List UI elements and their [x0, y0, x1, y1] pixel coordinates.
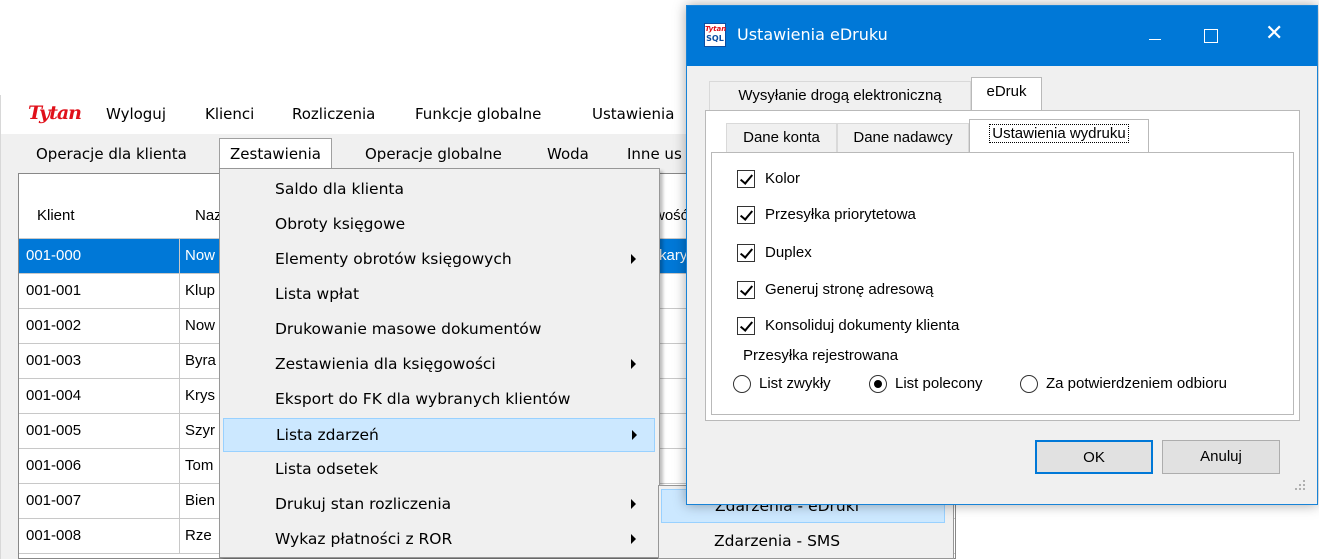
- app-logo: Tytan: [28, 102, 82, 124]
- menu-item-label: Eksport do FK dla wybranych klientów: [275, 390, 571, 408]
- minimize-button[interactable]: [1132, 6, 1178, 66]
- menu-item-label: Saldo dla klienta: [275, 180, 404, 198]
- tab-dane-nadawcy[interactable]: Dane nadawcy: [837, 123, 969, 152]
- submenu-item-label: Zdarzenia - SMS: [714, 532, 841, 550]
- tab-edruk[interactable]: eDruk: [971, 77, 1042, 111]
- checkbox-konsoliduj-label: Konsoliduj dokumenty klienta: [765, 317, 960, 334]
- column-divider: [179, 449, 180, 483]
- tab-woda[interactable]: Woda: [547, 145, 589, 163]
- menu-item-label: Obroty księgowe: [275, 215, 406, 233]
- radio-list-zwykly-label: List zwykły: [759, 375, 831, 392]
- column-header-klient[interactable]: Klient: [37, 207, 75, 224]
- column-divider: [179, 344, 180, 378]
- checkbox-kolor-box[interactable]: [737, 170, 755, 188]
- tab-zestawienia[interactable]: Zestawienia: [219, 138, 332, 171]
- submenu-item[interactable]: Zdarzenia - SMS: [661, 525, 945, 559]
- minimize-icon: [1149, 39, 1161, 40]
- tab-operacje-dla-klienta[interactable]: Operacje dla klienta: [36, 145, 187, 163]
- submenu-arrow-icon: [631, 254, 636, 264]
- menu-item[interactable]: Zestawienia dla księgowości: [223, 348, 655, 382]
- resize-grip-icon[interactable]: [1293, 478, 1307, 492]
- app-icon: Tytan SQL: [704, 23, 726, 47]
- close-button[interactable]: ✕: [1252, 6, 1298, 66]
- menu-item-label: Wykaz płatności z ROR: [275, 530, 453, 548]
- checkbox-priorytetowa-label: Przesyłka priorytetowa: [765, 206, 916, 223]
- tab-wysylanie[interactable]: Wysyłanie drogą elektroniczną: [709, 81, 971, 110]
- menu-item-label: Lista zdarzeń: [276, 426, 379, 444]
- radio-list-zwykly-dot[interactable]: [733, 375, 751, 393]
- submenu-arrow-icon: [631, 499, 636, 509]
- menu-item-label: Zestawienia dla księgowości: [275, 355, 496, 373]
- cell-klient: 001-002: [26, 317, 82, 334]
- tab-inne[interactable]: Inne us: [627, 145, 682, 163]
- column-header-nazwa[interactable]: Naz: [195, 207, 222, 224]
- maximize-button[interactable]: [1187, 6, 1233, 66]
- menu-item-label: Lista odsetek: [275, 460, 379, 478]
- menu-item-label: Drukowanie masowe dokumentów: [275, 320, 542, 338]
- tab-operacje-globalne[interactable]: Operacje globalne: [365, 145, 502, 163]
- menu-item-label: Elementy obrotów księgowych: [275, 250, 512, 268]
- cell-klient: 001-000: [26, 247, 82, 264]
- column-divider: [179, 414, 180, 448]
- anuluj-button[interactable]: Anuluj: [1162, 440, 1280, 474]
- cell-klient: 001-005: [26, 422, 82, 439]
- radio-za-potwierdzeniem-dot[interactable]: [1020, 375, 1038, 393]
- dialog-titlebar: Tytan SQL Ustawienia eDruku ✕: [687, 6, 1317, 66]
- column-divider: [179, 309, 180, 343]
- menu-klienci[interactable]: Klienci: [205, 105, 254, 123]
- checkbox-priorytetowa-box[interactable]: [737, 206, 755, 224]
- submenu-arrow-icon: [631, 359, 636, 369]
- menu-item-label: Lista wpłat: [275, 285, 360, 303]
- menu-item[interactable]: Obroty księgowe: [223, 208, 655, 242]
- menu-wyloguj[interactable]: Wyloguj: [106, 105, 166, 123]
- column-divider: [179, 239, 180, 273]
- przesylka-rejestrowana-label: Przesyłka rejestrowana: [743, 347, 899, 364]
- radio-za-potwierdzeniem-label: Za potwierdzeniem odbioru: [1046, 375, 1227, 392]
- column-divider: [179, 484, 180, 518]
- cell-klient: 001-006: [26, 457, 82, 474]
- tab-dane-konta[interactable]: Dane konta: [726, 123, 837, 152]
- column-divider: [179, 519, 180, 553]
- checkbox-kolor-label: Kolor: [765, 170, 801, 187]
- cell-klient: 001-007: [26, 492, 82, 509]
- checkbox-duplex-box[interactable]: [737, 244, 755, 262]
- radio-list-polecony-dot[interactable]: [869, 375, 887, 393]
- menu-item[interactable]: Drukowanie masowe dokumentów: [223, 313, 655, 347]
- menu-item-label: Drukuj stan rozliczenia: [275, 495, 452, 513]
- tab-ustawienia-wydruku-label: Ustawienia wydruku: [989, 124, 1129, 143]
- column-divider: [179, 274, 180, 308]
- close-icon: ✕: [1265, 21, 1284, 46]
- dialog-title: Ustawienia eDruku: [737, 25, 888, 44]
- menu-item[interactable]: Lista zdarzeń: [223, 418, 655, 452]
- menu-item[interactable]: Lista odsetek: [223, 453, 655, 487]
- menu-rozliczenia[interactable]: Rozliczenia: [292, 105, 375, 123]
- menu-item[interactable]: Elementy obrotów księgowych: [223, 243, 655, 277]
- checkbox-duplex-label: Duplex: [765, 244, 812, 261]
- submenu-arrow-icon: [632, 430, 637, 440]
- app-icon-text-top: Tytan: [705, 25, 727, 33]
- menu-funkcje-globalne[interactable]: Funkcje globalne: [415, 105, 541, 123]
- tab-ustawienia-wydruku[interactable]: Ustawienia wydruku: [969, 119, 1149, 153]
- menu-ustawienia[interactable]: Ustawienia: [592, 105, 674, 123]
- submenu-arrow-icon: [631, 534, 636, 544]
- checkbox-generuj-label: Generuj stronę adresową: [765, 281, 934, 298]
- app-icon-text-bottom: SQL: [706, 34, 724, 43]
- cell-klient: 001-004: [26, 387, 82, 404]
- maximize-icon: [1204, 29, 1218, 43]
- zestawienia-dropdown-menu: Saldo dla klienta Obroty księgowe Elementy…: [219, 168, 660, 558]
- menu-item[interactable]: Saldo dla klienta: [223, 173, 655, 207]
- menu-item[interactable]: Wykaz płatności z ROR: [223, 523, 655, 557]
- menu-item[interactable]: Eksport do FK dla wybranych klientów: [223, 383, 655, 417]
- checkbox-konsoliduj-box[interactable]: [737, 317, 755, 335]
- radio-list-polecony-label: List polecony: [895, 375, 983, 392]
- ok-button[interactable]: OK: [1035, 440, 1153, 474]
- menu-item[interactable]: Lista wpłat: [223, 278, 655, 312]
- column-divider: [179, 379, 180, 413]
- cell-extra: kary: [659, 247, 688, 264]
- cell-klient: 001-003: [26, 352, 82, 369]
- menu-item[interactable]: Drukuj stan rozliczenia: [223, 488, 655, 522]
- cell-klient: 001-008: [26, 527, 82, 544]
- checkbox-generuj-box[interactable]: [737, 281, 755, 299]
- cell-klient: 001-001: [26, 282, 82, 299]
